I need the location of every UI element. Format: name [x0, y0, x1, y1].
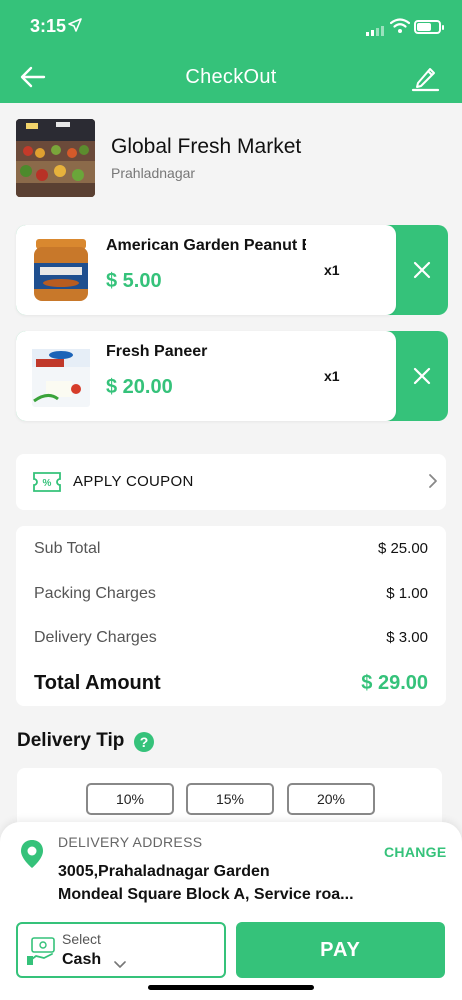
cart-item-price: $ 5.00: [106, 270, 162, 292]
remove-item-button[interactable]: [396, 331, 448, 421]
change-address-button[interactable]: CHANGE: [384, 844, 446, 860]
packing-row: Packing Charges $ 1.00: [34, 585, 428, 603]
delivery-tip-title: Delivery Tip: [17, 730, 125, 751]
wifi-icon: [389, 18, 411, 39]
chevron-right-icon: [428, 473, 438, 494]
cart-item-name: Fresh Paneer: [106, 343, 208, 360]
remove-item-button[interactable]: [396, 225, 448, 315]
tip-option-10[interactable]: 10%: [86, 783, 174, 815]
store-area: Prahladnagar: [111, 165, 196, 181]
store-name: Global Fresh Market: [111, 135, 302, 158]
status-bar: 3:15: [0, 0, 462, 56]
order-summary: Sub Total $ 25.00 Packing Charges $ 1.00…: [16, 526, 446, 706]
location-arrow-icon: [68, 18, 82, 35]
cart-item-card[interactable]: American Garden Peanut Butter $ 5.00 x1: [16, 225, 396, 315]
packing-label: Packing Charges: [34, 585, 156, 602]
tip-option-20[interactable]: 20%: [287, 783, 375, 815]
cellular-signal-icon: [366, 26, 384, 36]
delivery-label: Delivery Charges: [34, 629, 157, 646]
apply-coupon-button[interactable]: % APPLY COUPON: [16, 454, 446, 510]
apply-coupon-label: APPLY COUPON: [73, 473, 194, 490]
delivery-row: Delivery Charges $ 3.00: [34, 629, 428, 647]
help-icon[interactable]: ?: [134, 732, 154, 752]
address-line-2: Mondeal Square Block A, Service roa...: [58, 886, 354, 903]
payment-method-value: Cash: [62, 951, 102, 968]
cart-item: American Garden Peanut Butter $ 5.00 x1: [16, 225, 448, 315]
coupon-ticket-icon: %: [32, 471, 62, 498]
select-label: Select: [62, 931, 101, 947]
total-row: Total Amount $ 29.00: [34, 672, 428, 695]
total-label: Total Amount: [34, 672, 161, 694]
edit-pencil-icon[interactable]: [410, 62, 440, 97]
chevron-down-icon: [114, 956, 126, 974]
svg-text:%: %: [43, 478, 52, 489]
cart-item-quantity: x1: [324, 262, 340, 278]
status-time: 3:15: [30, 16, 67, 36]
delivery-address-label: DELIVERY ADDRESS: [58, 834, 203, 850]
cart-item-quantity: x1: [324, 368, 340, 384]
delivery-value: $ 3.00: [386, 629, 428, 646]
cart-item: Fresh Paneer $ 20.00 x1: [16, 331, 448, 421]
subtotal-label: Sub Total: [34, 540, 101, 557]
address-line-1: 3005,Prahaladnagar Garden: [58, 863, 270, 880]
cash-icon: [26, 936, 58, 971]
battery-icon: [414, 20, 444, 34]
packing-value: $ 1.00: [386, 585, 428, 602]
home-indicator: [148, 985, 314, 990]
peanut-butter-image: [28, 235, 94, 305]
subtotal-row: Sub Total $ 25.00: [34, 540, 428, 558]
app-header: 3:15 CheckOut: [0, 0, 462, 103]
payment-method-select[interactable]: Select Cash: [16, 922, 226, 978]
page-title: CheckOut: [185, 66, 277, 88]
close-icon: [413, 367, 431, 385]
store-photo: [16, 119, 95, 197]
pay-button[interactable]: PAY: [236, 922, 445, 978]
paneer-image: [28, 341, 94, 411]
cart-item-price: $ 20.00: [106, 376, 173, 398]
tip-option-15[interactable]: 15%: [186, 783, 274, 815]
cart-item-card[interactable]: Fresh Paneer $ 20.00 x1: [16, 331, 396, 421]
close-icon: [413, 261, 431, 279]
location-pin-icon: [20, 839, 44, 874]
subtotal-value: $ 25.00: [377, 540, 428, 557]
cart-item-name: American Garden Peanut Butter: [106, 237, 306, 254]
total-value: $ 29.00: [361, 672, 428, 694]
